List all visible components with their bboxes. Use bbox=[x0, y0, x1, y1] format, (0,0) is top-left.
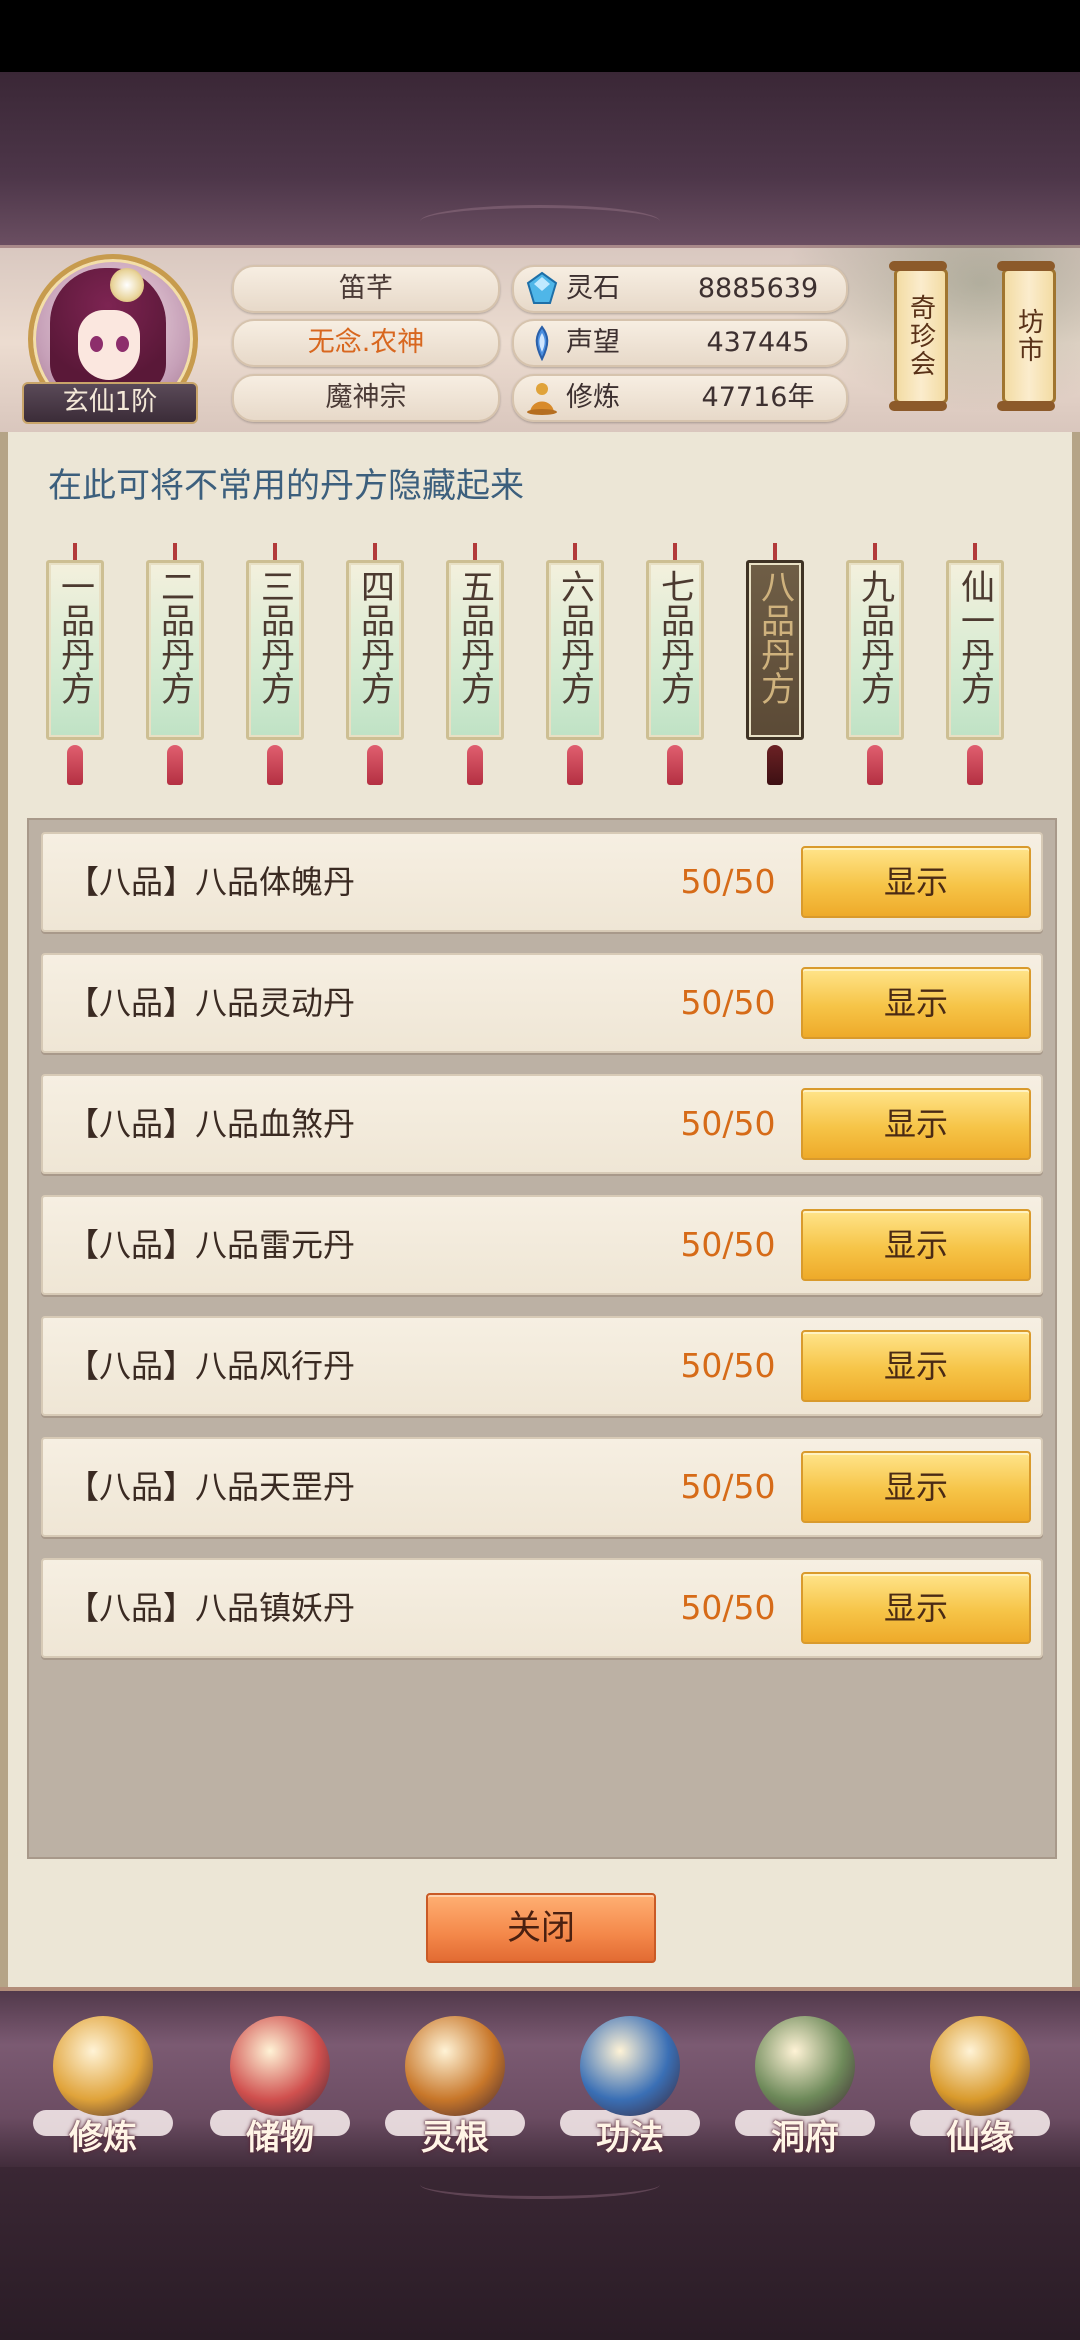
status-bar-area bbox=[0, 0, 1080, 72]
show-button[interactable]: 显示 bbox=[801, 967, 1031, 1039]
recipe-count: 50/50 bbox=[680, 1225, 776, 1264]
recipe-name: 【八品】八品体魄丹 bbox=[67, 863, 356, 901]
panel-hint: 在此可将不常用的丹方隐藏起来 bbox=[48, 466, 524, 506]
reputation-icon bbox=[535, 325, 549, 361]
top-ornament bbox=[420, 205, 660, 238]
nav-label: 洞府 bbox=[771, 2118, 839, 2158]
tab-grade-5[interactable]: 五品丹方 bbox=[446, 560, 504, 740]
cave-dwelling-icon bbox=[755, 2016, 855, 2116]
avatar-eye bbox=[116, 336, 129, 352]
storage-bag-icon bbox=[230, 2016, 330, 2116]
tab-grade-8[interactable]: 八品丹方 bbox=[746, 560, 804, 740]
tab-grade-1[interactable]: 一品丹方 bbox=[46, 560, 104, 740]
tab-grade-6[interactable]: 六品丹方 bbox=[546, 560, 604, 740]
recipe-row: 【八品】八品天罡丹 50/50 显示 bbox=[41, 1437, 1043, 1537]
recipe-name: 【八品】八品天罡丹 bbox=[67, 1468, 356, 1506]
nav-item-3[interactable]: 灵根 bbox=[380, 2010, 530, 2160]
show-button[interactable]: 显示 bbox=[801, 1572, 1031, 1644]
spirit-stone-icon bbox=[526, 271, 558, 304]
tab-grade-10[interactable]: 仙一丹方 bbox=[946, 560, 1004, 740]
recipe-row: 【八品】八品风行丹 50/50 显示 bbox=[41, 1316, 1043, 1416]
nav-label: 储物 bbox=[246, 2118, 314, 2158]
recipe-row: 【八品】八品镇妖丹 50/50 显示 bbox=[41, 1558, 1043, 1658]
resource-value: 8885639 bbox=[697, 273, 819, 304]
recipe-row: 【八品】八品体魄丹 50/50 显示 bbox=[41, 832, 1043, 932]
recipe-row: 【八品】八品雷元丹 50/50 显示 bbox=[41, 1195, 1043, 1295]
show-button[interactable]: 显示 bbox=[801, 1088, 1031, 1160]
tab-grade-2[interactable]: 二品丹方 bbox=[146, 560, 204, 740]
recipe-count: 50/50 bbox=[680, 1588, 776, 1627]
player-title[interactable]: 无念.农神 bbox=[232, 319, 500, 367]
recipe-row: 【八品】八品血煞丹 50/50 显示 bbox=[41, 1074, 1043, 1174]
avatar-face bbox=[78, 310, 140, 380]
resource-label: 灵石 bbox=[566, 273, 620, 304]
show-button[interactable]: 显示 bbox=[801, 1330, 1031, 1402]
recipe-name: 【八品】八品雷元丹 bbox=[67, 1226, 356, 1264]
recipe-count: 50/50 bbox=[680, 983, 776, 1022]
cultivation-resource: 修炼 47716年 bbox=[512, 374, 848, 422]
spirit-stone-resource: 灵石 8885639 bbox=[512, 265, 848, 313]
recipe-count: 50/50 bbox=[680, 1346, 776, 1385]
show-button[interactable]: 显示 bbox=[801, 846, 1031, 918]
tab-tassel bbox=[367, 745, 383, 785]
tab-grade-3[interactable]: 三品丹方 bbox=[246, 560, 304, 740]
tab-tassel bbox=[267, 745, 283, 785]
hair-flower-icon bbox=[110, 268, 144, 302]
resource-label: 声望 bbox=[566, 327, 620, 358]
market-button[interactable]: 坊市 bbox=[997, 261, 1056, 411]
nav-item-5[interactable]: 洞府 bbox=[730, 2010, 880, 2160]
meditating-figure-icon bbox=[53, 2016, 153, 2116]
nav-label: 功法 bbox=[596, 2118, 664, 2158]
tab-tassel bbox=[67, 745, 83, 785]
tab-tassel bbox=[967, 745, 983, 785]
nav-label: 仙缘 bbox=[946, 2118, 1014, 2158]
tab-tassel bbox=[767, 745, 783, 785]
recipe-count: 50/50 bbox=[680, 1467, 776, 1506]
recipe-row: 【八品】八品灵动丹 50/50 显示 bbox=[41, 953, 1043, 1053]
tab-tassel bbox=[167, 745, 183, 785]
scroll-book-icon bbox=[580, 2016, 680, 2116]
player-sect[interactable]: 魔神宗 bbox=[232, 374, 500, 422]
tab-grade-7[interactable]: 七品丹方 bbox=[646, 560, 704, 740]
reputation-resource: 声望 437445 bbox=[512, 319, 848, 367]
nav-item-1[interactable]: 修炼 bbox=[28, 2010, 178, 2160]
recipe-count: 50/50 bbox=[680, 862, 776, 901]
treasure-auction-button[interactable]: 奇珍会 bbox=[889, 261, 948, 411]
resource-label: 修炼 bbox=[566, 382, 620, 413]
tab-tassel bbox=[467, 745, 483, 785]
avatar-eye bbox=[90, 336, 103, 352]
bottom-ornament bbox=[420, 2170, 660, 2199]
resource-value: 437445 bbox=[706, 327, 810, 358]
nav-label: 修炼 bbox=[69, 2118, 137, 2158]
tab-tassel bbox=[567, 745, 583, 785]
nav-item-6[interactable]: 仙缘 bbox=[905, 2010, 1055, 2160]
show-button[interactable]: 显示 bbox=[801, 1209, 1031, 1281]
recipe-count: 50/50 bbox=[680, 1104, 776, 1143]
player-name: 笛芊 bbox=[232, 265, 500, 313]
recipe-name: 【八品】八品风行丹 bbox=[67, 1347, 356, 1385]
cultivation-icon bbox=[527, 383, 557, 415]
tab-grade-4[interactable]: 四品丹方 bbox=[346, 560, 404, 740]
resource-value: 47716年 bbox=[701, 382, 815, 413]
tab-tassel bbox=[867, 745, 883, 785]
recipe-name: 【八品】八品血煞丹 bbox=[67, 1105, 356, 1143]
recipe-name: 【八品】八品灵动丹 bbox=[67, 984, 356, 1022]
recipe-name: 【八品】八品镇妖丹 bbox=[67, 1589, 356, 1627]
spirit-root-swirl-icon bbox=[405, 2016, 505, 2116]
nav-item-4[interactable]: 功法 bbox=[555, 2010, 705, 2160]
rank-badge: 玄仙1阶 bbox=[22, 382, 198, 424]
show-button[interactable]: 显示 bbox=[801, 1451, 1031, 1523]
nav-item-2[interactable]: 储物 bbox=[205, 2010, 355, 2160]
tab-grade-9[interactable]: 九品丹方 bbox=[846, 560, 904, 740]
close-button[interactable]: 关闭 bbox=[426, 1893, 656, 1963]
nav-label: 灵根 bbox=[421, 2118, 489, 2158]
tab-tassel bbox=[667, 745, 683, 785]
gourd-icon bbox=[930, 2016, 1030, 2116]
